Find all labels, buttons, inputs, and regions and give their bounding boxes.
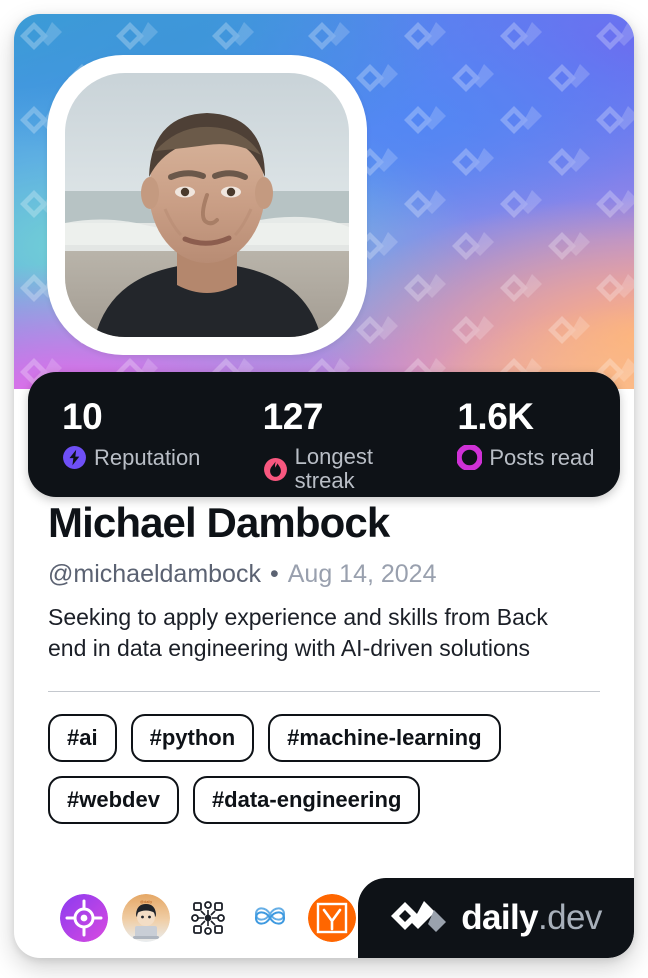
separator-dot: • (269, 560, 279, 588)
badge-list: @daily (60, 894, 356, 942)
profile-handle: @michaeldambock (48, 560, 261, 588)
posts-read-ring-icon (457, 445, 483, 470)
stat-value: 1.6K (457, 396, 534, 437)
daily-dev-logo: daily.dev (358, 878, 634, 958)
tag-item[interactable]: #ai (48, 714, 117, 762)
logo-word: daily (461, 898, 538, 937)
ycombinator-badge-icon[interactable] (308, 894, 356, 942)
stat-label: Posts read (489, 444, 595, 470)
infinity-badge-icon[interactable] (246, 894, 294, 942)
target-badge-icon[interactable] (60, 894, 108, 942)
streak-flame-icon (263, 457, 287, 481)
stat-value: 127 (262, 396, 324, 437)
stat-label-row: Posts read (457, 445, 620, 470)
stats-bar: 10 Reputation 127 Longest streak 1.6K Po… (28, 372, 620, 497)
svg-text:@daily: @daily (140, 899, 152, 904)
avatar-image (65, 73, 349, 337)
stat-reputation: 10 Reputation (28, 372, 225, 497)
avatar (47, 55, 367, 355)
tag-list: #ai #python #machine-learning #webdev #d… (48, 714, 600, 824)
profile-bio: Seeking to apply experience and skills f… (48, 604, 548, 661)
logo-suffix: .dev (538, 898, 602, 937)
tag-item[interactable]: #python (130, 714, 255, 762)
tag-item[interactable]: #webdev (48, 776, 179, 824)
stat-label: Longest streak (294, 444, 373, 493)
tag-item[interactable]: #data-engineering (192, 776, 421, 824)
network-badge-icon[interactable] (184, 894, 232, 942)
stat-longest-streak: 127 Longest streak (225, 372, 426, 497)
stat-label: Reputation (94, 444, 201, 470)
profile-card: 10 Reputation 127 Longest streak 1.6K Po… (14, 14, 634, 958)
daily-dev-chevron-logo-icon (391, 901, 447, 932)
cover-banner (14, 14, 634, 389)
stat-posts-read: 1.6K Posts read (425, 372, 620, 497)
joined-date: Aug 14, 2024 (287, 560, 437, 588)
stat-label-row: Reputation (62, 445, 225, 470)
stat-value: 10 (62, 396, 103, 437)
stat-label-row: Longest streak (263, 445, 426, 493)
handle-row: @michaeldambock • Aug 14, 2024 (48, 559, 634, 589)
tag-item[interactable]: #machine-learning (268, 714, 501, 762)
avatar-badge-icon[interactable]: @daily (122, 894, 170, 942)
page-title: Michael Dambock (48, 499, 390, 546)
profile-info: Michael Dambock @michaeldambock • Aug 14… (14, 497, 634, 824)
divider (48, 691, 600, 692)
reputation-bolt-icon (63, 446, 86, 469)
logo-wordmark: daily.dev (461, 899, 602, 937)
